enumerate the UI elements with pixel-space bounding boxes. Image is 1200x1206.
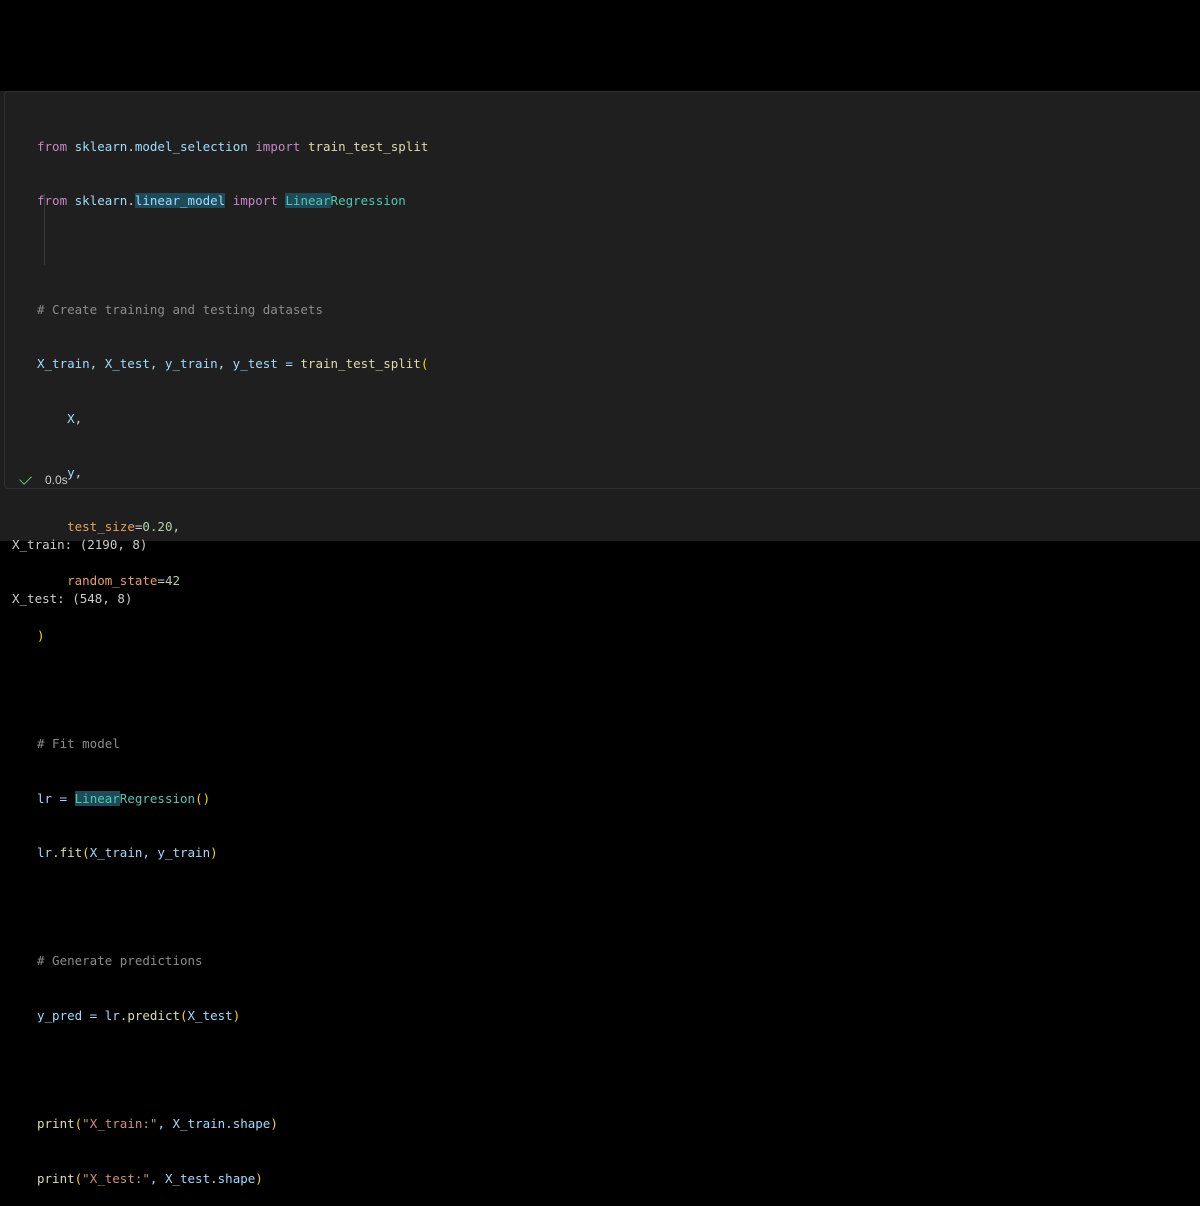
code-line: lr.fit(X_train, y_train) — [37, 844, 428, 862]
function-name: train_test_split — [300, 356, 421, 372]
output-line: X_train: (2190, 8) — [12, 537, 148, 553]
code-line: ) — [37, 627, 428, 645]
comment: # Create training and testing datasets — [37, 302, 323, 318]
comment: # Fit model — [37, 736, 120, 752]
paren: ) — [270, 1116, 278, 1132]
code-line: from sklearn.linear_model import LinearR… — [37, 192, 428, 210]
assignment-targets: X_train, X_test, y_train, y_test = — [37, 356, 301, 372]
comma: , — [74, 410, 83, 426]
comma: , — [172, 519, 181, 535]
paren: ) — [210, 844, 218, 860]
cell-execution-status: 0.0s — [19, 472, 68, 488]
paren: ( — [74, 1170, 83, 1186]
comment: # Generate predictions — [37, 953, 203, 969]
arguments: , X_train.shape — [157, 1116, 271, 1132]
class-name: Regression — [330, 193, 406, 209]
keyword: import — [232, 193, 278, 209]
paren: ( — [82, 844, 90, 860]
arguments: X_test — [187, 1007, 233, 1023]
class-name: Regression — [119, 790, 196, 806]
assignment-target: lr = — [37, 790, 75, 806]
arguments: X_train, y_train — [89, 844, 211, 860]
paren: ( — [74, 1116, 83, 1132]
keyword: from — [37, 193, 68, 209]
keyword: from — [37, 139, 68, 155]
function-name: print — [37, 1170, 75, 1186]
paren: ) — [255, 1170, 263, 1186]
object: lr — [37, 844, 53, 860]
code-line: print("X_train:", X_train.shape) — [37, 1115, 428, 1133]
method-name: fit — [59, 844, 83, 860]
argument: X — [67, 410, 75, 426]
module: sklearn — [74, 139, 128, 155]
dot: . — [127, 139, 135, 155]
dot: . — [52, 844, 60, 860]
number: 42 — [164, 573, 181, 589]
assignment-target: y_pred = lr. — [37, 1007, 128, 1023]
paren: ) — [232, 1007, 241, 1023]
code-line: lr = LinearRegression() — [37, 790, 428, 808]
class-name-highlighted: Linear — [285, 193, 331, 209]
code-line: y_pred = lr.predict(X_test) — [37, 1007, 428, 1025]
equals: = — [157, 573, 165, 589]
code-line: # Create training and testing datasets — [37, 301, 428, 319]
string: "X_test:" — [82, 1170, 150, 1186]
module: model_selection — [134, 139, 248, 155]
paren: () — [195, 790, 211, 806]
paren: ( — [420, 356, 429, 372]
cell-output: X_train: (2190, 8) X_test: (548, 8) — [12, 500, 147, 627]
code-line: X, — [37, 410, 428, 428]
dot: . — [127, 193, 135, 209]
code-line: print("X_test:", X_test.shape) — [37, 1170, 428, 1188]
arguments: , X_test.shape — [149, 1170, 256, 1186]
argument: y, — [67, 464, 83, 480]
string: "X_train:" — [82, 1116, 158, 1132]
code-line: from sklearn.model_selection import trai… — [37, 138, 428, 156]
output-line: X_test: (548, 8) — [12, 591, 133, 607]
method-name: predict — [127, 1007, 180, 1023]
code-line: X_train, X_test, y_train, y_test = train… — [37, 355, 428, 373]
code-line: # Generate predictions — [37, 952, 428, 970]
function-name: print — [37, 1116, 75, 1132]
module: sklearn — [74, 193, 128, 209]
check-icon — [19, 472, 32, 485]
code-editor[interactable]: from sklearn.model_selection import trai… — [37, 102, 428, 1206]
code-line: # Fit model — [37, 735, 428, 753]
keyword: import — [255, 139, 301, 155]
module-highlighted: linear_model — [134, 193, 226, 209]
function-name: train_test_split — [307, 139, 429, 155]
class-name-highlighted: Linear — [74, 790, 120, 806]
code-line: y, — [37, 464, 428, 482]
paren: ( — [180, 1007, 188, 1023]
execution-time: 0.0s — [45, 473, 68, 487]
